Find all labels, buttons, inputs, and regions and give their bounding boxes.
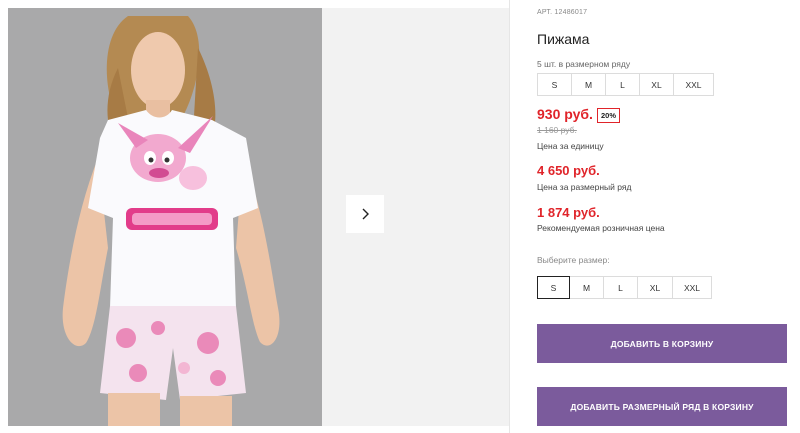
row-price: 4 650 руб. bbox=[537, 163, 600, 178]
product-gallery bbox=[0, 0, 510, 433]
size-option-s[interactable]: S bbox=[537, 276, 570, 299]
unit-price-label: Цена за единицу bbox=[537, 141, 604, 151]
product-photo-illustration bbox=[8, 8, 322, 426]
add-to-cart-button[interactable]: ДОБАВИТЬ В КОРЗИНУ bbox=[537, 324, 787, 363]
old-price: 1 160 руб. bbox=[537, 125, 577, 135]
size-option-l[interactable]: L bbox=[603, 276, 638, 299]
article-number: АРТ. 12486017 bbox=[537, 9, 588, 16]
size-row-item: L bbox=[605, 73, 640, 96]
discount-badge: 20% bbox=[597, 108, 621, 123]
size-row-note: 5 шт. в размерном ряду bbox=[537, 59, 631, 69]
add-row-to-cart-button[interactable]: ДОБАВИТЬ РАЗМЕРНЫЙ РЯД В КОРЗИНУ bbox=[537, 387, 787, 426]
size-row-item: S bbox=[537, 73, 572, 96]
retail-price: 1 874 руб. bbox=[537, 205, 600, 220]
size-option-m[interactable]: M bbox=[569, 276, 604, 299]
chevron-right-icon bbox=[362, 208, 369, 220]
size-option-xxl[interactable]: XXL bbox=[672, 276, 712, 299]
product-title: Пижама bbox=[537, 31, 590, 47]
size-row-item: M bbox=[571, 73, 606, 96]
size-selector: S M L XL XXL bbox=[537, 276, 712, 299]
choose-size-label: Выберите размер: bbox=[537, 255, 610, 265]
size-row-item: XXL bbox=[673, 73, 714, 96]
row-price-label: Цена за размерный ряд bbox=[537, 182, 632, 192]
next-photo-button[interactable] bbox=[346, 195, 384, 233]
divider bbox=[509, 0, 510, 433]
price: 930 руб. bbox=[537, 106, 593, 122]
size-row-item: XL bbox=[639, 73, 674, 96]
product-photo[interactable] bbox=[8, 8, 322, 426]
size-option-xl[interactable]: XL bbox=[637, 276, 673, 299]
retail-price-label: Рекомендуемая розничная цена bbox=[537, 223, 665, 233]
size-row-list: S M L XL XXL bbox=[537, 73, 714, 96]
